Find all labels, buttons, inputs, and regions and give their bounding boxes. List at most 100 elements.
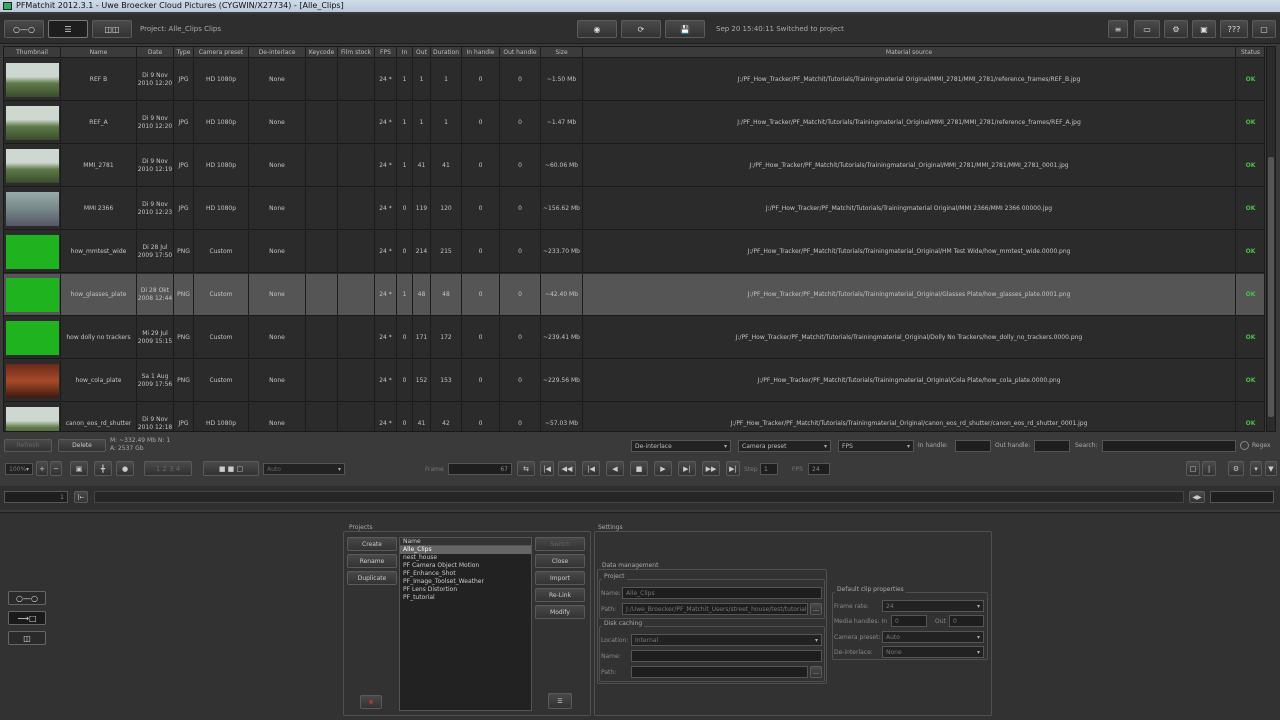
go-to-start-button[interactable]: |← <box>74 491 88 503</box>
fps-input[interactable]: 24 <box>808 463 830 475</box>
duplicate-project-button[interactable]: Duplicate <box>347 571 397 585</box>
fullscreen-button[interactable]: ▢ <box>1252 20 1276 38</box>
frame-input[interactable]: 67 <box>448 463 512 475</box>
clip-list-view-button[interactable]: ☰ <box>48 20 88 38</box>
column-header[interactable]: Size <box>541 47 583 58</box>
display-button[interactable]: ▭ <box>1134 20 1160 38</box>
clip-strip-button[interactable]: ◫ <box>8 631 46 645</box>
snapshot-button[interactable]: ▣ <box>1192 20 1216 38</box>
table-row[interactable]: how_mmtest_wide Di 28 Jul 2009 17:50 PNG Cu… <box>4 231 1264 273</box>
step-input[interactable]: 1 <box>760 463 778 475</box>
browse-cache-button[interactable]: … <box>810 666 822 678</box>
stop-button[interactable]: ■ <box>630 461 648 476</box>
table-row[interactable]: how_cola_plate Sa 1 Aug 2009 17:56 PNG Cust… <box>4 360 1264 402</box>
start-frame-input[interactable]: 1 <box>4 491 68 503</box>
column-header[interactable]: In handle <box>462 47 500 58</box>
browse-path-button[interactable]: … <box>810 603 822 615</box>
project-list-item[interactable]: PF_Image_Toolset_Weather <box>400 578 531 586</box>
column-header[interactable]: Duration <box>431 47 462 58</box>
channel-buttons[interactable]: 1 2 3 4 <box>144 461 192 476</box>
close-project-button[interactable]: Close <box>535 554 585 568</box>
deinterlace-filter[interactable]: De-interlace <box>631 440 731 452</box>
column-header[interactable]: Keycode <box>306 47 338 58</box>
column-header[interactable]: Film stock <box>338 47 375 58</box>
display-mode-select[interactable]: Auto <box>263 463 345 475</box>
project-list-item[interactable]: PF Camera Object Motion <box>400 562 531 570</box>
switch-project-button[interactable]: Switch <box>535 537 585 551</box>
in-handle-input[interactable] <box>955 440 991 452</box>
camera-preset-filter[interactable]: Camera preset <box>738 440 831 452</box>
modify-project-button[interactable]: Modify <box>535 605 585 619</box>
color-channel-buttons[interactable]: ■ ■ □ <box>203 461 259 476</box>
go-start-button[interactable]: |◀ <box>540 461 554 476</box>
table-row[interactable]: REF B Di 9 Nov 2010 12:20 JPG HD 1080p None 2… <box>4 59 1264 101</box>
location-select[interactable]: Internal <box>631 634 822 646</box>
column-header[interactable]: Thumbnail <box>4 47 61 58</box>
project-menu-button[interactable]: ☰ <box>548 693 572 709</box>
lock-view-button[interactable]: ● <box>116 461 134 476</box>
column-header[interactable]: Out <box>413 47 431 58</box>
refresh-button[interactable]: ⟳ <box>621 20 661 38</box>
table-scrollbar[interactable] <box>1266 46 1276 432</box>
cache-name-input[interactable] <box>631 650 822 662</box>
menu-button[interactable]: ≡ <box>1108 20 1128 38</box>
column-header[interactable]: Type <box>174 47 194 58</box>
delete-project-button[interactable]: ✖ <box>360 695 382 709</box>
media-out-input[interactable]: 0 <box>949 615 984 627</box>
preferences-button[interactable]: ⚙ <box>1164 20 1188 38</box>
column-header[interactable]: In <box>397 47 413 58</box>
out-handle-input[interactable] <box>1034 440 1070 452</box>
rewind-button[interactable]: ◀◀ <box>558 461 576 476</box>
view-menu-button[interactable]: ▼ <box>1265 461 1277 476</box>
media-in-input[interactable]: 0 <box>891 615 927 627</box>
column-header[interactable]: FPS <box>375 47 397 58</box>
zoom-in-button[interactable]: + <box>36 461 48 476</box>
view-options-button[interactable]: ▾ <box>1250 461 1262 476</box>
camera-preset-select[interactable]: Auto <box>882 631 984 643</box>
relink-project-button[interactable]: Re-Link <box>535 588 585 602</box>
timeline-scrubber[interactable] <box>94 491 1184 503</box>
node-tree-button[interactable]: ○—○ <box>8 591 46 605</box>
table-row[interactable]: MMI 2366 Di 9 Nov 2010 12:23 JPG HD 1080p No… <box>4 188 1264 230</box>
column-header[interactable]: Status <box>1236 47 1264 58</box>
clip-grid-view-button[interactable]: ◫◫ <box>92 20 132 38</box>
zoom-out-button[interactable]: − <box>50 461 62 476</box>
frame-rate-select[interactable]: 24 <box>882 600 984 612</box>
center-view-button[interactable]: ╋ <box>94 461 112 476</box>
settings-view-button[interactable]: ⚙ <box>1228 461 1244 476</box>
column-header[interactable]: Camera preset <box>194 47 249 58</box>
step-forward-button[interactable]: ▶| <box>678 461 696 476</box>
fit-view-button[interactable]: ▣ <box>70 461 88 476</box>
play-backward-button[interactable]: ◀ <box>606 461 624 476</box>
column-header[interactable]: Date <box>137 47 174 58</box>
end-frame-input[interactable] <box>1210 491 1274 503</box>
rename-project-button[interactable]: Rename <box>347 554 397 568</box>
fast-forward-button[interactable]: ▶▶ <box>702 461 720 476</box>
layout-single-button[interactable]: □ <box>1186 461 1200 476</box>
project-path-input[interactable]: J:/Uwe_Broecker/PF_Matchit_Users/street_… <box>622 603 808 615</box>
table-row[interactable]: MMI_2781 Di 9 Nov 2010 12:19 JPG HD 1080p No… <box>4 145 1264 187</box>
save-project-button[interactable]: 💾 <box>665 20 705 38</box>
project-name-input[interactable]: Alle_Clips <box>622 587 822 599</box>
scrollbar-thumb[interactable] <box>1268 157 1274 417</box>
column-header[interactable]: Material source <box>583 47 1236 58</box>
project-list-item[interactable]: PF_tutorial <box>400 594 531 602</box>
deinterlace-select[interactable]: None <box>882 646 984 658</box>
step-back-button[interactable]: |◀ <box>582 461 600 476</box>
cache-path-input[interactable] <box>631 666 808 678</box>
project-list[interactable]: Name Alle_Clips nest_house PF Camera Objec… <box>399 537 532 711</box>
import-media-button[interactable]: ◉ <box>577 20 617 38</box>
zoom-select[interactable]: 100% <box>5 463 33 475</box>
table-row[interactable]: how dolly no trackers Mi 29 Jul 2009 15:1… <box>4 317 1264 359</box>
media-bin-button[interactable]: ⟶□ <box>8 611 46 625</box>
column-header[interactable]: Out handle <box>500 47 541 58</box>
delete-clip-button[interactable]: Delete <box>58 439 106 452</box>
column-header[interactable]: Name <box>61 47 137 58</box>
refresh-clip-button[interactable]: Refresh <box>4 439 52 452</box>
node-view-button[interactable]: ○—○ <box>4 20 44 38</box>
create-project-button[interactable]: Create <box>347 537 397 551</box>
table-row[interactable]: canon_eos_rd_shutter Di 9 Nov 2010 12:18 J… <box>4 403 1264 431</box>
loop-mode-button[interactable]: ⇆ <box>517 461 535 476</box>
go-end-button[interactable]: ▶| <box>726 461 740 476</box>
search-input[interactable] <box>1102 440 1236 452</box>
